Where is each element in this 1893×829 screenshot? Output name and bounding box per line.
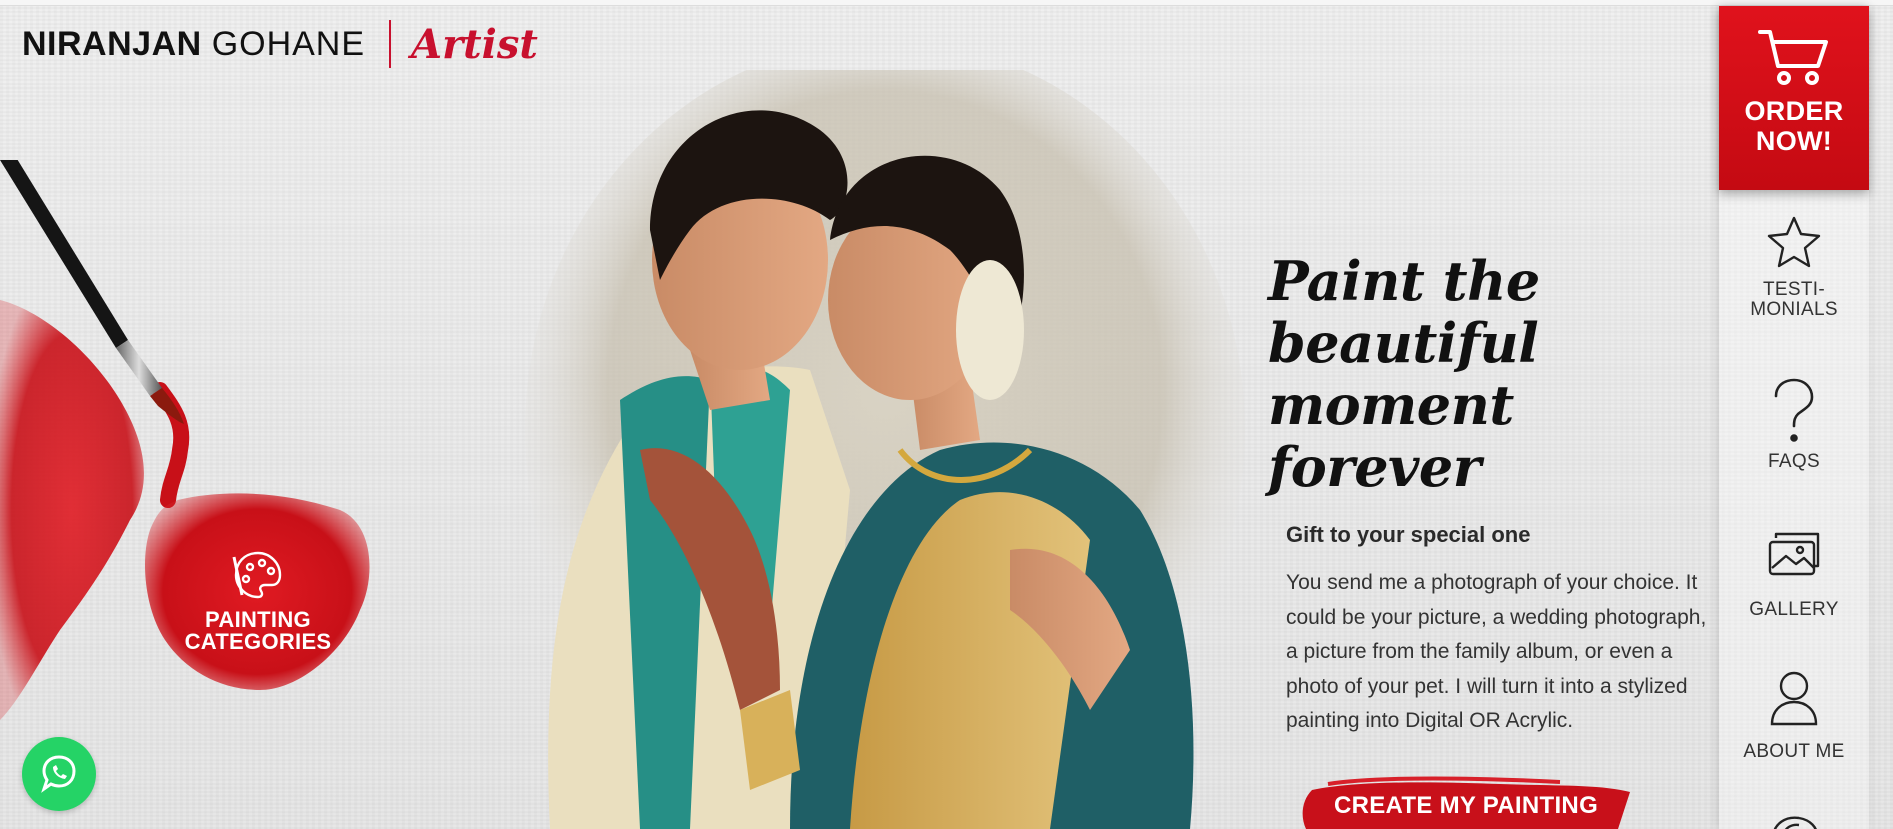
logo-last-name: GOHANE	[211, 24, 366, 63]
logo-divider	[389, 20, 392, 68]
gallery-icon	[1768, 532, 1820, 576]
logo-first-name: NIRANJAN	[22, 24, 202, 63]
top-border	[0, 0, 1893, 6]
whatsapp-icon	[41, 755, 76, 793]
gallery-label: GALLERY	[1749, 599, 1839, 620]
hero-section: Paint the beautiful moment forever Gift …	[1268, 250, 1718, 739]
logo-tagline: Artist	[411, 20, 538, 68]
site-logo[interactable]: NIRANJAN GOHANE Artist	[22, 18, 538, 70]
about-me-label: ABOUT ME	[1743, 741, 1845, 762]
hero-subtitle: Gift to your special one	[1286, 522, 1531, 547]
right-sidebar: ORDER NOW! TESTI- MONIALS FAQS GALLERY A…	[1719, 6, 1869, 829]
hero-title: Paint the beautiful moment forever	[1268, 250, 1718, 498]
cart-icon	[1758, 30, 1828, 85]
user-icon	[1770, 671, 1818, 726]
order-now-label-1: ORDER	[1744, 96, 1844, 126]
hero-title-line-3: forever	[1268, 435, 1481, 499]
whatsapp-button[interactable]	[22, 737, 96, 811]
testimonials-label-1: TESTI-	[1763, 279, 1825, 300]
palette-icon	[232, 551, 282, 599]
painting-categories-button[interactable]: PAINTING CATEGORIES	[168, 520, 348, 680]
question-icon	[1774, 378, 1814, 442]
order-now-label-2: NOW!	[1755, 126, 1833, 156]
star-icon	[1767, 216, 1821, 268]
sidebar-item-about-me[interactable]: ABOUT ME	[1719, 670, 1869, 762]
painting-categories-label-2: CATEGORIES	[184, 629, 332, 654]
testimonials-label-2: MONIALS	[1750, 299, 1838, 320]
sidebar-item-faqs[interactable]: FAQS	[1719, 378, 1869, 472]
order-now-button[interactable]: ORDER NOW!	[1719, 6, 1869, 190]
faqs-label: FAQS	[1768, 451, 1820, 472]
sidebar-item-testimonials[interactable]: TESTI- MONIALS	[1719, 214, 1869, 320]
sidebar-item-label: TESTI- MONIALS	[1750, 280, 1838, 320]
sidebar-item-gallery[interactable]: GALLERY	[1719, 528, 1869, 620]
create-my-painting-button[interactable]: CREATE MY PAINTING	[1300, 772, 1632, 829]
hero-title-line-1: Paint the	[1268, 249, 1540, 313]
painting-categories-label-1: PAINTING	[205, 607, 311, 632]
hero-title-line-2: beautiful moment	[1268, 311, 1539, 437]
couple-portrait-painting	[525, 70, 1245, 829]
create-my-painting-label: CREATE MY PAINTING	[1333, 791, 1599, 819]
hero-description: You send me a photograph of your choice.…	[1286, 571, 1707, 732]
contact-icon[interactable]	[1769, 814, 1821, 829]
